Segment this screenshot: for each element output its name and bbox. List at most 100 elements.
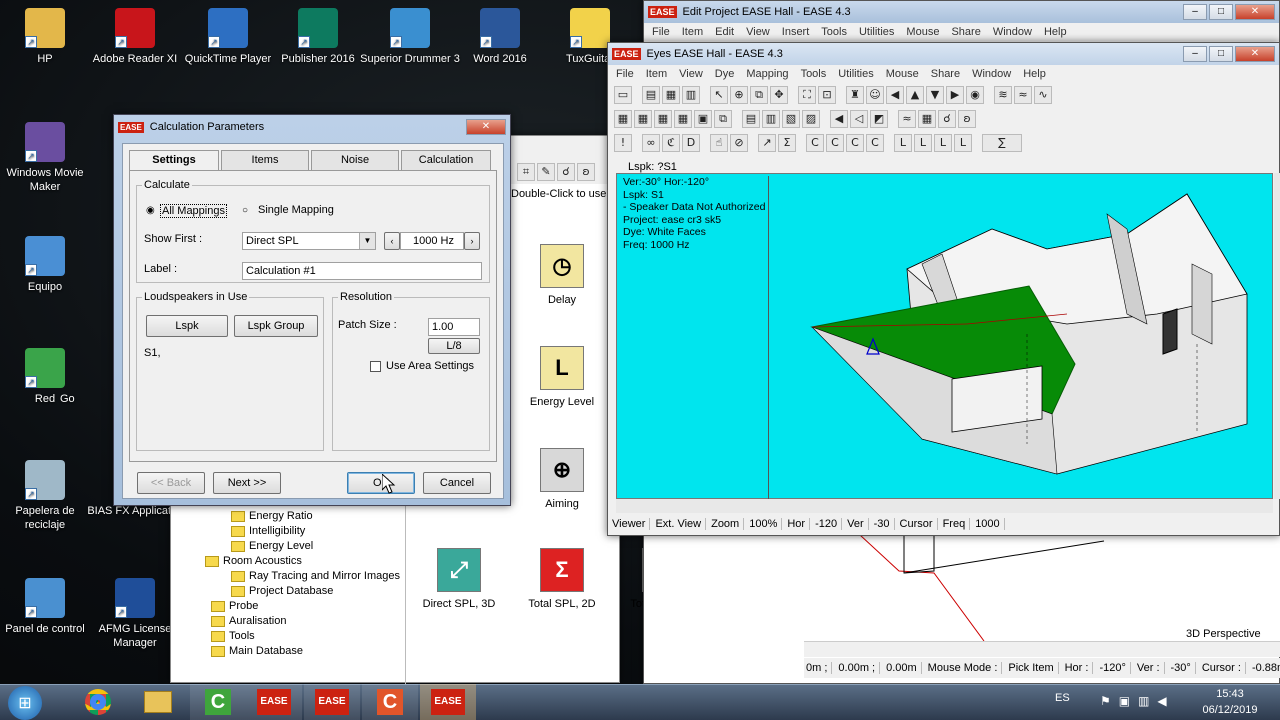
c7-icon[interactable]: C xyxy=(806,134,824,152)
l50-icon[interactable]: L xyxy=(914,134,932,152)
patch-size-input[interactable]: 1.00 xyxy=(428,318,480,336)
menu-dye[interactable]: Dye xyxy=(715,68,735,80)
desktop-icon[interactable]: ↗Go xyxy=(60,348,100,406)
globe-icon[interactable]: ◉ xyxy=(966,86,984,104)
toolbar-icon[interactable]: ▤ xyxy=(742,110,760,128)
desktop-icon[interactable]: ↗ Windows Movie Maker xyxy=(0,122,95,194)
desktop-icon[interactable]: ↗ HP xyxy=(0,8,95,66)
lines-icon[interactable]: ≈ xyxy=(1014,86,1032,104)
tool-icon-aiming[interactable]: ⊕ Aiming xyxy=(507,448,617,510)
pointer-icon[interactable]: ↗ xyxy=(758,134,776,152)
menu-file[interactable]: File xyxy=(652,26,670,38)
tree-item[interactable]: Energy Level xyxy=(231,540,313,552)
horizontal-scrollbar[interactable] xyxy=(616,499,1273,513)
menu-window[interactable]: Window xyxy=(993,26,1032,38)
tree-item[interactable]: Room Acoustics xyxy=(205,555,302,567)
taskbar-ease-active-icon[interactable]: EASE xyxy=(420,684,476,720)
tab-items[interactable]: Items xyxy=(221,150,309,170)
tree-item[interactable]: Tools xyxy=(211,630,255,642)
tool-icon-total-spl-2d[interactable]: Σ Total SPL, 2D xyxy=(507,548,617,610)
maximize-button[interactable]: □ xyxy=(1209,46,1233,62)
menu-mouse[interactable]: Mouse xyxy=(886,68,919,80)
radio-single-mapping[interactable]: ○ xyxy=(242,205,248,216)
menu-share[interactable]: Share xyxy=(951,26,980,38)
hand-icon[interactable]: ☌ xyxy=(938,110,956,128)
desktop-icon[interactable]: ↗ Panel de control xyxy=(0,578,95,636)
taskbar-camtasia-icon[interactable]: C xyxy=(190,684,246,720)
lines-icon[interactable]: ≋ xyxy=(994,86,1012,104)
move-icon[interactable]: ✥ xyxy=(770,86,788,104)
toolbar-icon[interactable]: ▥ xyxy=(762,110,780,128)
wave-icon[interactable]: ≈ xyxy=(898,110,916,128)
ct-icon[interactable]: C xyxy=(866,134,884,152)
cancel-button[interactable]: Cancel xyxy=(423,472,491,494)
ear-icon[interactable]: ʚ xyxy=(577,163,595,181)
radio-all-mappings[interactable]: ◉ xyxy=(146,205,155,216)
ok-button[interactable]: OK xyxy=(347,472,415,494)
menu-mapping[interactable]: Mapping xyxy=(746,68,788,80)
horizontal-scrollbar[interactable] xyxy=(804,641,1280,657)
menu-utilities[interactable]: Utilities xyxy=(838,68,873,80)
toolbar-icon[interactable]: ℭ xyxy=(662,134,680,152)
menu-edit[interactable]: Edit xyxy=(715,26,734,38)
copy-icon[interactable]: ⧉ xyxy=(714,110,732,128)
tree-item[interactable]: Intelligibility xyxy=(231,525,305,537)
taskbar-explorer-icon[interactable] xyxy=(130,684,186,720)
ear-icon[interactable]: ʚ xyxy=(958,110,976,128)
arrow-left-icon[interactable]: ◀ xyxy=(886,86,904,104)
tool-icon-delay[interactable]: ◷ Delay xyxy=(507,244,617,306)
hall-3d-model[interactable] xyxy=(767,174,1272,498)
menu-utilities[interactable]: Utilities xyxy=(859,26,894,38)
toolbar-icon[interactable]: ⌗ xyxy=(517,163,535,181)
eyes-view[interactable]: Ver:-30° Hor:-120° Lspk: S1- Speaker Data… xyxy=(616,173,1273,500)
grid-icon[interactable]: ▦ xyxy=(634,110,652,128)
speaker-off-icon[interactable]: ◁ xyxy=(850,110,868,128)
back-button[interactable]: << Back xyxy=(137,472,205,494)
menu-mouse[interactable]: Mouse xyxy=(906,26,939,38)
tab-calculation[interactable]: Calculation xyxy=(401,150,491,170)
print-icon[interactable]: ▤ xyxy=(642,86,660,104)
desktop-icon[interactable]: ↗ Superior Drummer 3 xyxy=(360,8,460,66)
desktop-icon[interactable]: ↗ Papelera de reciclaje xyxy=(0,460,95,532)
patch-ratio-button[interactable]: L/8 xyxy=(428,338,480,354)
menu-share[interactable]: Share xyxy=(931,68,960,80)
toolbar-icon[interactable]: ✎ xyxy=(537,163,555,181)
lt-icon[interactable]: L xyxy=(954,134,972,152)
menu-item[interactable]: Item xyxy=(646,68,667,80)
next-button[interactable]: Next >> xyxy=(213,472,281,494)
language-indicator[interactable]: ES xyxy=(1055,692,1070,704)
person-icon[interactable]: ☺ xyxy=(866,86,884,104)
open-icon[interactable]: ▭ xyxy=(614,86,632,104)
menu-insert[interactable]: Insert xyxy=(782,26,810,38)
hat-icon[interactable]: ▲ xyxy=(906,86,924,104)
toolbar-icon[interactable]: ▦ xyxy=(662,86,680,104)
start-button[interactable]: ⊞ xyxy=(8,686,42,720)
tab-noise[interactable]: Noise xyxy=(311,150,399,170)
menu-window[interactable]: Window xyxy=(972,68,1011,80)
minimize-button[interactable]: – xyxy=(1183,46,1207,62)
walker-icon[interactable]: ♜ xyxy=(846,86,864,104)
tree-item[interactable]: Project Database xyxy=(231,585,333,597)
hand-icon[interactable]: ☝ xyxy=(710,134,728,152)
l7-icon[interactable]: L xyxy=(894,134,912,152)
frequency-field[interactable]: 1000 Hz xyxy=(400,232,464,250)
taskbar-ease-icon[interactable]: EASE xyxy=(246,684,302,720)
toolbar-icon[interactable]: ▧ xyxy=(782,110,800,128)
lines-icon[interactable]: ∿ xyxy=(1034,86,1052,104)
menu-help[interactable]: Help xyxy=(1023,68,1046,80)
lspk-group-button[interactable]: Lspk Group xyxy=(234,315,318,337)
desktop-icon[interactable]: ↗ Equipo xyxy=(0,236,95,294)
l80-icon[interactable]: L xyxy=(934,134,952,152)
maximize-button[interactable]: □ xyxy=(1209,4,1233,20)
taskbar-ease-icon[interactable]: EASE xyxy=(304,684,360,720)
tree-item[interactable]: Auralisation xyxy=(211,615,286,627)
tree-item[interactable]: Probe xyxy=(211,600,258,612)
toolbar-icon[interactable]: D xyxy=(682,134,700,152)
close-button[interactable]: ✕ xyxy=(1235,46,1275,62)
close-button[interactable]: ✕ xyxy=(466,119,506,135)
freq-prev-button[interactable]: ‹ xyxy=(384,232,400,250)
zoom-box-icon[interactable]: ⊡ xyxy=(818,86,836,104)
minimize-button[interactable]: – xyxy=(1183,4,1207,20)
tree-item[interactable]: Main Database xyxy=(211,645,303,657)
crosshair-icon[interactable]: ⊕ xyxy=(730,86,748,104)
